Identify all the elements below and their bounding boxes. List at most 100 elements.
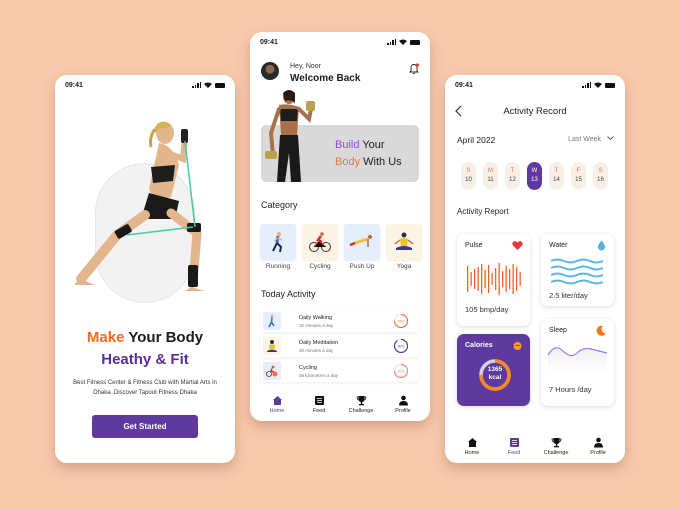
feed-icon [314,395,324,405]
day-number: 11 [487,177,494,183]
headline-accent: Make [86,329,125,346]
get-started-button[interactable]: Get Started [92,415,198,438]
day-chip[interactable]: T 14 [549,162,564,190]
svg-text:75%: 75% [397,319,404,323]
calories-card[interactable]: Calories 1365 kcal [457,334,530,406]
trophy-icon [356,395,366,405]
pushup-icon [349,235,372,247]
avatar[interactable] [261,62,279,80]
banner-word-build: Build [335,139,360,151]
pulse-bar [495,268,497,290]
tab-label: Challenge [543,449,569,456]
day-number: 16 [597,177,604,183]
day-number: 14 [553,177,560,183]
notification-bell-icon[interactable] [408,63,420,75]
category-label: Running [265,263,291,270]
status-bar: 09:41 [455,80,615,90]
tab-label: Profile [590,449,606,456]
promo-banner[interactable]: Build Your Body With Us [261,90,419,182]
tab-profile[interactable]: Profile [385,395,421,414]
activity-list: Daily Walking 30 minutes a day 75% Daily … [261,310,419,385]
day-chip[interactable]: T 12 [505,162,520,190]
activity-item[interactable]: Daily Walking 30 minutes a day 75% [261,310,419,332]
category-cycling[interactable]: Cycling [302,224,338,270]
card-title: Pulse [465,242,483,249]
fire-icon [513,342,522,350]
water-card[interactable]: Water 2.5 liter/day [541,234,614,306]
water-value: 2.5 liter/day [549,291,588,300]
pulse-bar [512,264,514,294]
battery-icon [410,39,420,45]
status-bar: 09:41 [260,37,420,47]
battery-icon [215,82,225,88]
day-chip[interactable]: F 15 [571,162,586,190]
home-screen: 09:41 Hey, Noor Welcome Back Build Your … [250,32,430,421]
day-number: 15 [575,177,582,183]
meditation-icon [267,340,277,352]
hero-athlete-image [75,121,205,291]
pulse-bar [467,266,469,292]
tab-profile[interactable]: Profile [580,437,616,456]
card-title: Sleep [549,327,567,334]
tab-feed[interactable]: Feed [301,395,337,414]
bottom-tab-bar: Home Feed Challenge Profile [445,429,625,463]
month-label: April 2022 [457,135,496,145]
pulse-bar [481,264,483,294]
day-letter: T [554,168,559,174]
tab-label: Feed [507,449,521,456]
category-pushup[interactable]: Push Up [344,224,380,270]
tab-feed[interactable]: Feed [496,437,532,456]
pulse-card[interactable]: Pulse 105 bmp/day [457,234,530,326]
day-chip[interactable]: W 13 [527,162,542,190]
day-chip[interactable]: S 10 [461,162,476,190]
pulse-bar [509,269,511,289]
day-chip[interactable]: S 16 [593,162,608,190]
tab-home[interactable]: Home [454,437,490,456]
signal-icon [387,39,396,45]
home-icon [467,437,477,447]
category-yoga[interactable]: Yoga [386,224,422,270]
water-waves [551,258,603,285]
today-activity-title: Today Activity [261,289,316,299]
activity-item[interactable]: Cycling 05 kilometers a day 75% [261,360,419,382]
wifi-icon [594,82,602,88]
day-number: 12 [509,177,516,183]
wifi-icon [204,82,212,88]
category-running[interactable]: Running [260,224,296,270]
day-number: 10 [465,177,472,183]
week-day-picker: S 10 M 11 T 12 W 13 T 14 F 15 S 16 [461,162,608,190]
signal-icon [192,82,201,88]
greeting: Hey, Noor [290,63,321,70]
sleep-card[interactable]: Sleep 7 Hours /day [541,319,614,406]
activity-item[interactable]: Daily Meditation 30 minutes a day 90% [261,335,419,357]
water-drop-icon [597,240,606,251]
tab-label: Feed [312,407,326,414]
onboarding-description: Best Fitness Center & Fitness Club with … [73,380,217,396]
calories-number: 1365 [487,366,503,373]
category-label: Yoga [396,263,412,270]
tab-challenge[interactable]: Challenge [538,437,574,456]
calories-value: 1365 kcal [478,366,512,382]
tab-challenge[interactable]: Challenge [343,395,379,414]
pulse-value: 105 bmp/day [465,305,509,314]
tab-home[interactable]: Home [259,395,295,414]
calories-unit: kcal [488,374,502,381]
wifi-icon [399,39,407,45]
pulse-bar [488,265,490,293]
welcome-title: Welcome Back [290,73,361,84]
category-label: Push Up [349,263,375,270]
day-chip[interactable]: M 11 [483,162,498,190]
status-time: 09:41 [455,81,473,89]
pulse-bar [502,271,504,287]
signal-icon [582,82,591,88]
banner-word-body: Body [335,156,361,168]
range-dropdown[interactable]: Last Week [568,136,614,143]
home-icon [272,395,282,405]
pulse-waveform [467,263,521,295]
day-letter: T [510,168,515,174]
profile-icon [398,395,408,405]
pulse-bar [477,267,479,291]
pulse-bar [505,266,507,292]
battery-icon [605,82,615,88]
bottom-tab-bar: Home Feed Challenge Profile [250,387,430,421]
